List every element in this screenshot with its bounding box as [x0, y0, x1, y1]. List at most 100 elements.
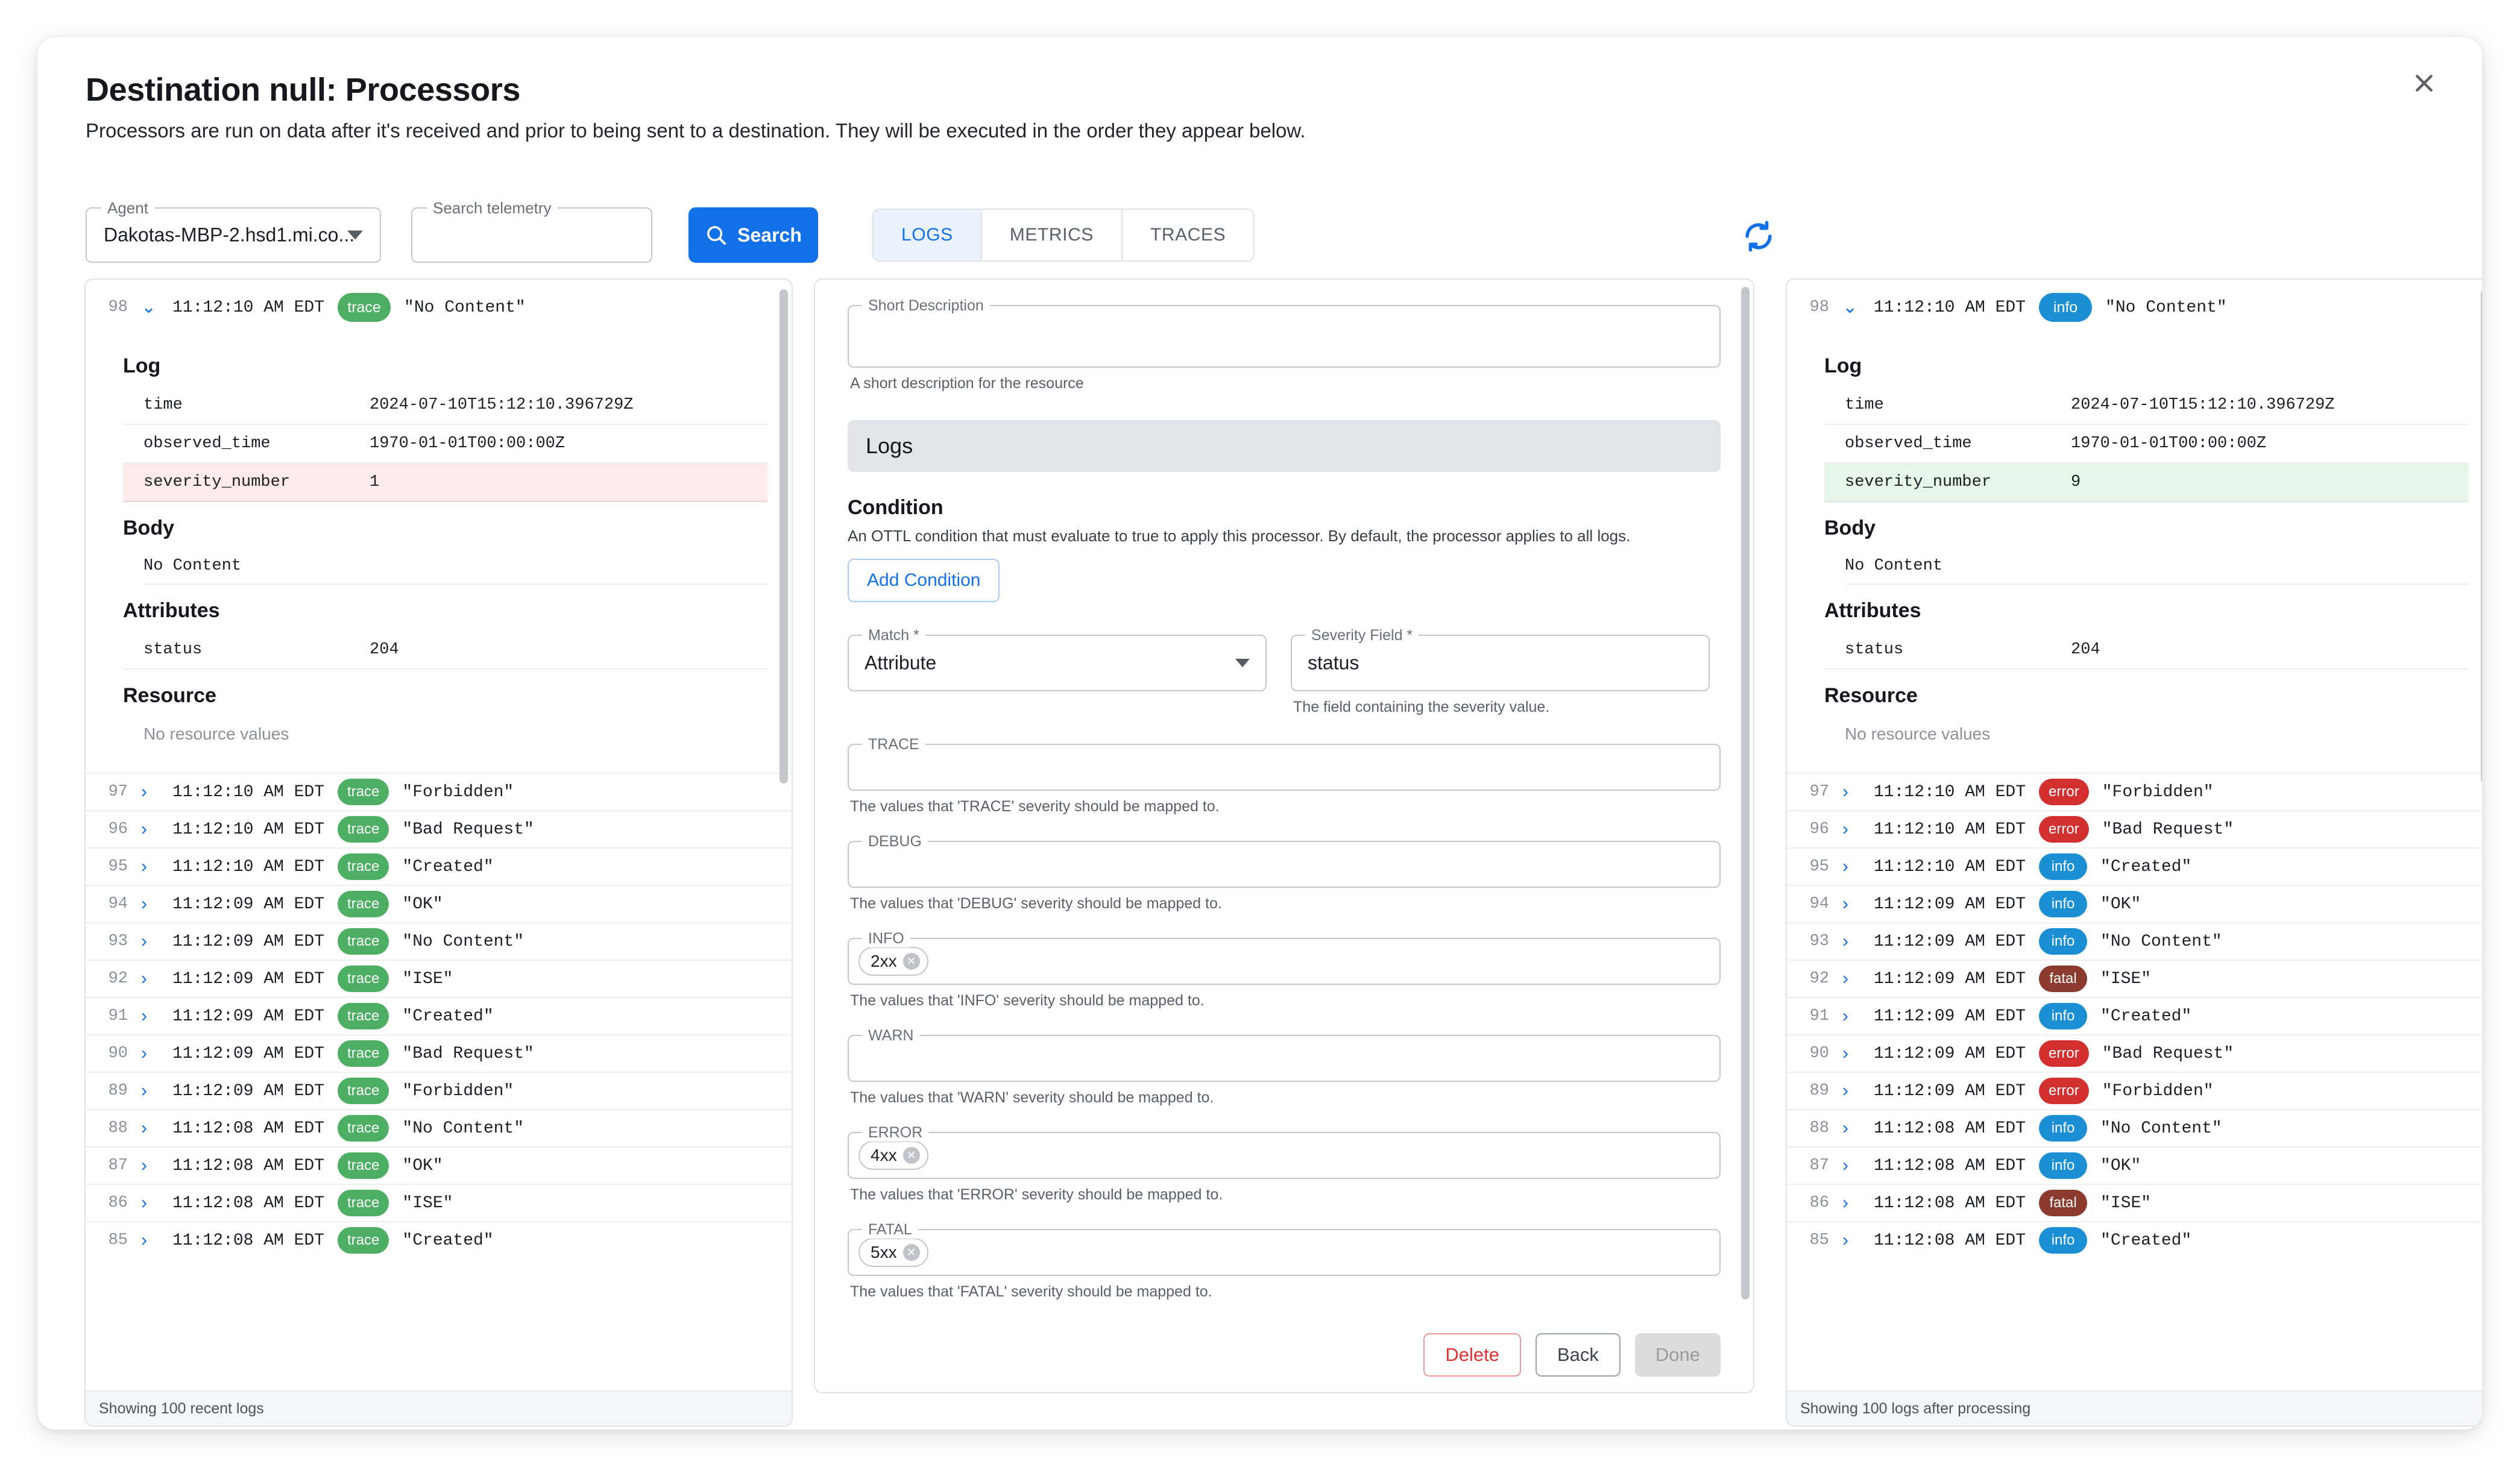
chevron-right-icon[interactable]: ›: [141, 932, 159, 950]
logs-before-scroll[interactable]: 98 ⌄ 11:12:10 AM EDT trace "No Content" Log ti…: [86, 280, 792, 1390]
chevron-right-icon[interactable]: ›: [141, 1194, 159, 1212]
processor-form-scroll[interactable]: Short Description A short description fo…: [815, 280, 1753, 1392]
log-row[interactable]: 88 › 11:12:08 AM EDT trace "No Content": [86, 1109, 792, 1146]
chevron-right-icon[interactable]: ›: [141, 1082, 159, 1100]
chevron-right-icon[interactable]: ›: [141, 820, 159, 838]
value-chip[interactable]: 5xx ✕: [858, 1238, 928, 1267]
chevron-right-icon[interactable]: ›: [1842, 1194, 1860, 1212]
log-row[interactable]: 96 › 11:12:10 AM EDT error "Bad Request": [1787, 810, 2482, 847]
log-row[interactable]: 92 › 11:12:09 AM EDT trace "ISE": [86, 960, 792, 997]
logs-before-scrollbar[interactable]: [780, 289, 788, 784]
back-button[interactable]: Back: [1535, 1333, 1621, 1377]
log-field-key: severity_number: [1845, 473, 1992, 491]
search-button[interactable]: Search: [688, 207, 818, 263]
remove-chip-icon[interactable]: ✕: [902, 953, 920, 970]
log-row[interactable]: 87 › 11:12:08 AM EDT trace "OK": [86, 1146, 792, 1184]
chevron-right-icon[interactable]: ›: [141, 970, 159, 988]
value-chip[interactable]: 4xx ✕: [858, 1141, 928, 1170]
form-scrollbar[interactable]: [1741, 287, 1750, 1299]
value-chip[interactable]: 2xx ✕: [858, 947, 928, 976]
log-index: 94: [1809, 895, 1829, 913]
log-index: 87: [108, 1157, 128, 1175]
log-row[interactable]: 85 › 11:12:08 AM EDT info "Created": [1787, 1221, 2482, 1258]
chevron-right-icon[interactable]: ›: [141, 1157, 159, 1175]
severity-badge: info: [2039, 853, 2088, 880]
severity-mapping-field[interactable]: WARN: [848, 1026, 1721, 1082]
log-row[interactable]: 94 › 11:12:09 AM EDT trace "OK": [86, 885, 792, 922]
chevron-right-icon[interactable]: ›: [1842, 820, 1860, 838]
log-row[interactable]: 89 › 11:12:09 AM EDT error "Forbidden": [1787, 1072, 2482, 1109]
chevron-right-icon[interactable]: ›: [1842, 1119, 1860, 1137]
logs-after-footer: Showing 100 logs after processing: [1787, 1390, 2482, 1425]
severity-mapping-field[interactable]: TRACE: [848, 735, 1721, 791]
tab-logs[interactable]: LOGS: [874, 210, 982, 260]
log-body: "Created": [2100, 1007, 2192, 1026]
log-row[interactable]: 88 › 11:12:08 AM EDT info "No Content": [1787, 1109, 2482, 1146]
log-row[interactable]: 94 › 11:12:09 AM EDT info "OK": [1787, 885, 2482, 922]
add-condition-button[interactable]: Add Condition: [848, 559, 1000, 602]
log-body: "Created": [2100, 857, 2192, 876]
remove-chip-icon[interactable]: ✕: [902, 1244, 920, 1261]
agent-select[interactable]: Agent Dakotas-MBP-2.hsd1.mi.co...: [86, 199, 381, 263]
severity-mapping-field[interactable]: FATAL 5xx ✕: [848, 1220, 1721, 1276]
chevron-right-icon[interactable]: ›: [1842, 970, 1860, 988]
chevron-right-icon[interactable]: ›: [1842, 1157, 1860, 1175]
search-telemetry-field[interactable]: Search telemetry: [411, 199, 652, 263]
match-label: Match *: [862, 626, 925, 644]
log-index: 98: [108, 298, 128, 316]
logs-after-scrollbar[interactable]: [2481, 289, 2482, 784]
chevron-right-icon[interactable]: ›: [141, 858, 159, 876]
chevron-right-icon[interactable]: ›: [141, 1119, 159, 1137]
chevron-down-icon[interactable]: ⌄: [141, 298, 159, 316]
log-timestamp: 11:12:09 AM EDT: [1874, 1081, 2026, 1101]
chevron-right-icon[interactable]: ›: [1842, 1007, 1860, 1025]
chevron-right-icon[interactable]: ›: [1842, 932, 1860, 950]
log-row[interactable]: 86 › 11:12:08 AM EDT fatal "ISE": [1787, 1184, 2482, 1221]
chevron-right-icon[interactable]: ›: [141, 1044, 159, 1063]
logs-after-scroll[interactable]: 98 ⌄ 11:12:10 AM EDT info "No Content" Log tim…: [1787, 280, 2482, 1390]
log-row[interactable]: 93 › 11:12:09 AM EDT trace "No Content": [86, 922, 792, 960]
chevron-down-icon[interactable]: ⌄: [1842, 298, 1860, 316]
match-select[interactable]: Match * Attribute: [848, 626, 1267, 691]
attributes-section-title: Attributes: [1824, 599, 1921, 622]
chevron-right-icon[interactable]: ›: [141, 1231, 159, 1249]
log-row[interactable]: 93 › 11:12:09 AM EDT info "No Content": [1787, 922, 2482, 960]
severity-mapping-field[interactable]: DEBUG: [848, 832, 1721, 888]
chevron-right-icon[interactable]: ›: [1842, 1231, 1860, 1249]
remove-chip-icon[interactable]: ✕: [902, 1147, 920, 1164]
log-row[interactable]: 86 › 11:12:08 AM EDT trace "ISE": [86, 1184, 792, 1221]
log-row[interactable]: 97 › 11:12:10 AM EDT trace "Forbidden": [86, 773, 792, 810]
short-description-field[interactable]: Short Description: [848, 297, 1721, 368]
log-row[interactable]: 91 › 11:12:09 AM EDT trace "Created": [86, 997, 792, 1034]
log-row[interactable]: 87 › 11:12:08 AM EDT info "OK": [1787, 1146, 2482, 1184]
chevron-right-icon[interactable]: ›: [1842, 1044, 1860, 1063]
log-row[interactable]: 90 › 11:12:09 AM EDT error "Bad Request": [1787, 1034, 2482, 1072]
close-button[interactable]: [2401, 60, 2447, 106]
log-row[interactable]: 96 › 11:12:10 AM EDT trace "Bad Request": [86, 810, 792, 847]
chevron-right-icon[interactable]: ›: [1842, 783, 1860, 801]
severity-mapping-field[interactable]: ERROR 4xx ✕: [848, 1123, 1721, 1179]
chevron-right-icon[interactable]: ›: [1842, 1082, 1860, 1100]
log-row[interactable]: 95 › 11:12:10 AM EDT trace "Created": [86, 847, 792, 885]
chevron-right-icon[interactable]: ›: [141, 1007, 159, 1025]
severity-field-input[interactable]: Severity Field * status: [1291, 626, 1710, 691]
refresh-button[interactable]: [1734, 212, 1783, 260]
log-row[interactable]: 90 › 11:12:09 AM EDT trace "Bad Request": [86, 1034, 792, 1072]
log-row[interactable]: 85 › 11:12:08 AM EDT trace "Created": [86, 1221, 792, 1258]
log-detail-header[interactable]: 98 ⌄ 11:12:10 AM EDT info "No Content": [1787, 280, 2482, 335]
chevron-right-icon[interactable]: ›: [141, 783, 159, 801]
log-row[interactable]: 97 › 11:12:10 AM EDT error "Forbidden": [1787, 773, 2482, 810]
search-input[interactable]: [412, 209, 651, 262]
severity-mapping-field[interactable]: INFO 2xx ✕: [848, 929, 1721, 985]
log-row[interactable]: 89 › 11:12:09 AM EDT trace "Forbidden": [86, 1072, 792, 1109]
chevron-right-icon[interactable]: ›: [1842, 895, 1860, 913]
tab-traces[interactable]: TRACES: [1122, 210, 1254, 260]
log-row[interactable]: 95 › 11:12:10 AM EDT info "Created": [1787, 847, 2482, 885]
delete-button[interactable]: Delete: [1423, 1333, 1521, 1377]
tab-metrics[interactable]: METRICS: [981, 210, 1123, 260]
chevron-right-icon[interactable]: ›: [1842, 858, 1860, 876]
log-row[interactable]: 92 › 11:12:09 AM EDT fatal "ISE": [1787, 960, 2482, 997]
log-detail-header[interactable]: 98 ⌄ 11:12:10 AM EDT trace "No Content": [86, 280, 792, 335]
log-row[interactable]: 91 › 11:12:09 AM EDT info "Created": [1787, 997, 2482, 1034]
chevron-right-icon[interactable]: ›: [141, 895, 159, 913]
